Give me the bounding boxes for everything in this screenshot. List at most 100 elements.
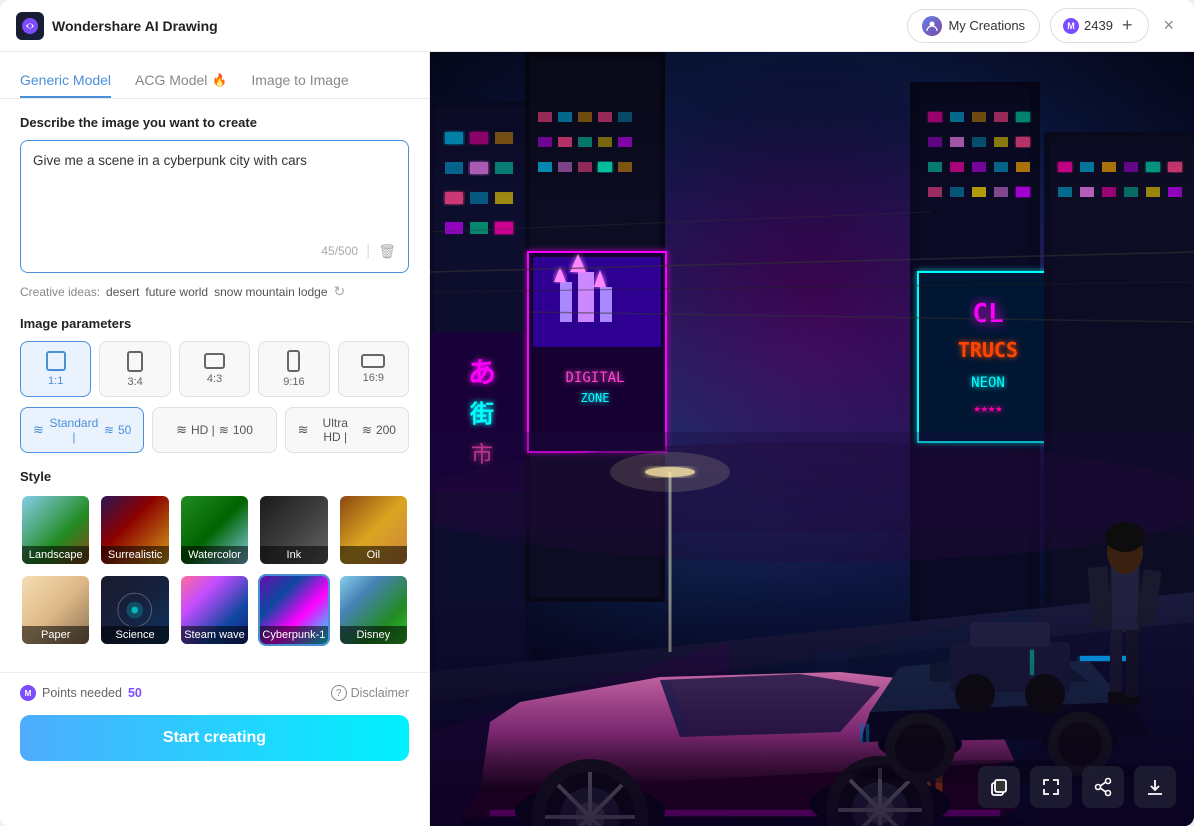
- prompt-footer: 45/500 | 🗑: [33, 242, 396, 260]
- image-actions: [978, 766, 1176, 808]
- start-btn-container: Start creating: [0, 715, 429, 793]
- copy-image-button[interactable]: [978, 766, 1020, 808]
- style-label-disney: Disney: [340, 626, 407, 644]
- style-label-oil: Oil: [340, 546, 407, 564]
- tab-generic-model[interactable]: Generic Model: [20, 64, 111, 98]
- points-row: M Points needed 50: [20, 685, 142, 701]
- disclaimer-circle-icon: ?: [331, 685, 347, 701]
- style-card-watercolor[interactable]: Watercolor: [179, 494, 250, 566]
- my-creations-button[interactable]: My Creations: [907, 9, 1040, 43]
- tabs: Generic Model ACG Model 🔥 Image to Image: [0, 52, 429, 99]
- tab-acg-model-label: ACG Model: [135, 72, 207, 88]
- ratio-4-3[interactable]: 4:3: [179, 341, 250, 397]
- refresh-ideas-button[interactable]: ↻: [334, 283, 346, 300]
- points-value: 50: [128, 686, 142, 700]
- clear-prompt-button[interactable]: 🗑: [378, 243, 396, 260]
- ratio-grid: 1:1 3:4 4:3 9:16: [20, 341, 409, 397]
- tab-image-to-image[interactable]: Image to Image: [251, 64, 348, 98]
- prompt-container: Give me a scene in a cyberpunk city with…: [20, 140, 409, 273]
- points-label: Points needed: [42, 686, 122, 700]
- quality-hd-icon2: ≋: [219, 423, 229, 437]
- ratio-1-1-label: 1:1: [48, 375, 63, 387]
- ratio-9-16-label: 9:16: [283, 376, 304, 388]
- style-label-ink: Ink: [260, 546, 327, 564]
- main-content: Generic Model ACG Model 🔥 Image to Image…: [0, 52, 1194, 826]
- style-grid: Landscape Surrealistic Watercolor: [20, 494, 409, 646]
- generated-image: あ 街 市 DIGITAL ZONE: [430, 52, 1194, 826]
- style-card-steamwave[interactable]: Steam wave: [179, 574, 250, 646]
- style-card-cyberpunk[interactable]: Cyberpunk-1: [258, 574, 329, 646]
- creative-ideas-label: Creative ideas:: [20, 285, 100, 299]
- tab-image-to-image-label: Image to Image: [251, 72, 348, 88]
- quality-ultrahd-icon2: ≋: [362, 423, 372, 437]
- creative-ideas: Creative ideas: desert future world snow…: [20, 283, 409, 300]
- download-image-button[interactable]: [1134, 766, 1176, 808]
- points-icon: M: [20, 685, 36, 701]
- quality-standard[interactable]: ≋ Standard | ≋ 50: [20, 407, 144, 453]
- prompt-textarea[interactable]: Give me a scene in a cyberpunk city with…: [33, 153, 396, 233]
- char-count: 45/500: [321, 244, 358, 258]
- divider: |: [366, 242, 370, 260]
- close-button[interactable]: ×: [1159, 15, 1178, 36]
- ratio-3-4-label: 3:4: [127, 376, 142, 388]
- ratio-16-9-label: 16:9: [363, 372, 384, 384]
- credits-button[interactable]: M 2439 +: [1050, 8, 1149, 43]
- ratio-4-3-icon: [204, 353, 225, 369]
- ratio-16-9-icon: [361, 354, 385, 368]
- left-panel: Generic Model ACG Model 🔥 Image to Image…: [0, 52, 430, 826]
- style-card-oil[interactable]: Oil: [338, 494, 409, 566]
- add-credits-button[interactable]: +: [1118, 15, 1137, 36]
- style-label-science: Science: [101, 626, 168, 644]
- ratio-1-1-icon: [46, 351, 66, 371]
- disclaimer-label: Disclaimer: [351, 686, 409, 700]
- style-label-landscape: Landscape: [22, 546, 89, 564]
- idea-snow-mountain[interactable]: snow mountain lodge: [214, 285, 327, 299]
- prompt-section-label: Describe the image you want to create: [20, 115, 409, 130]
- image-params-section: Image parameters 1:1 3:4 4:3: [20, 316, 409, 453]
- disclaimer-button[interactable]: ? Disclaimer: [331, 685, 409, 701]
- quality-hd[interactable]: ≋ HD | ≋ 100: [152, 407, 276, 453]
- ratio-1-1[interactable]: 1:1: [20, 341, 91, 397]
- quality-standard-icon: ≋: [33, 422, 44, 438]
- ratio-3-4[interactable]: 3:4: [99, 341, 170, 397]
- title-bar: Wondershare AI Drawing My Creations M 24…: [0, 0, 1194, 52]
- quality-hd-icon: ≋: [176, 422, 187, 438]
- avatar: [922, 16, 942, 36]
- quality-standard-icon2: ≋: [104, 423, 114, 437]
- app-logo: [16, 12, 44, 40]
- style-card-landscape[interactable]: Landscape: [20, 494, 91, 566]
- quality-ultrahd-icon: ≋: [298, 422, 309, 438]
- idea-future-world[interactable]: future world: [145, 285, 208, 299]
- app-title: Wondershare AI Drawing: [52, 18, 907, 34]
- right-panel: あ 街 市 DIGITAL ZONE: [430, 52, 1194, 826]
- style-card-ink[interactable]: Ink: [258, 494, 329, 566]
- style-label-steamwave: Steam wave: [181, 626, 248, 644]
- style-label-cyberpunk: Cyberpunk-1: [260, 626, 327, 644]
- style-label-watercolor: Watercolor: [181, 546, 248, 564]
- ratio-4-3-label: 4:3: [207, 373, 222, 385]
- app-window: Wondershare AI Drawing My Creations M 24…: [0, 0, 1194, 826]
- style-label-surrealistic: Surrealistic: [101, 546, 168, 564]
- ratio-16-9[interactable]: 16:9: [338, 341, 409, 397]
- params-label: Image parameters: [20, 316, 409, 331]
- title-bar-right: My Creations M 2439 + ×: [907, 8, 1178, 43]
- credits-count: 2439: [1084, 18, 1113, 33]
- style-section-label: Style: [20, 469, 409, 484]
- style-section: Style Landscape Surrealistic Water: [20, 469, 409, 646]
- style-card-disney[interactable]: Disney: [338, 574, 409, 646]
- expand-image-button[interactable]: [1030, 766, 1072, 808]
- quality-ultrahd[interactable]: ≋ Ultra HD | ≋ 200: [285, 407, 409, 453]
- panel-body: Describe the image you want to create Gi…: [0, 99, 429, 672]
- ratio-3-4-icon: [127, 351, 143, 372]
- start-creating-button[interactable]: Start creating: [20, 715, 409, 761]
- idea-desert[interactable]: desert: [106, 285, 139, 299]
- ratio-9-16[interactable]: 9:16: [258, 341, 329, 397]
- share-image-button[interactable]: [1082, 766, 1124, 808]
- style-label-paper: Paper: [22, 626, 89, 644]
- style-card-surrealistic[interactable]: Surrealistic: [99, 494, 170, 566]
- style-card-science[interactable]: Science: [99, 574, 170, 646]
- credits-icon: M: [1063, 18, 1079, 34]
- style-card-paper[interactable]: Paper: [20, 574, 91, 646]
- tab-acg-model[interactable]: ACG Model 🔥: [135, 64, 227, 98]
- fire-badge: 🔥: [212, 73, 227, 87]
